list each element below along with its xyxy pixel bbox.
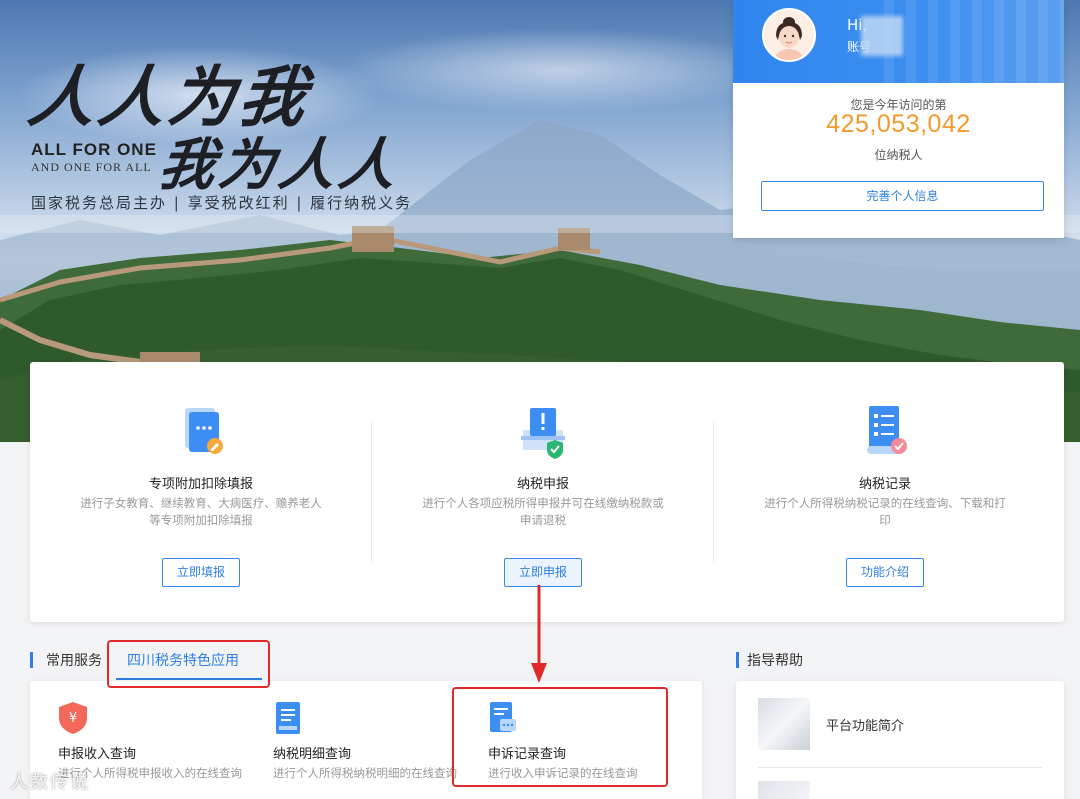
document-edit-icon (185, 408, 223, 454)
visit-suffix: 位纳税人 (874, 148, 923, 162)
avatar[interactable] (762, 8, 816, 62)
tax-record-checklist-icon (867, 406, 907, 454)
service-desc: 进行个人所得税纳税记录的在线查询、下载和打印 (764, 496, 1006, 527)
guide-help-panel: 平台功能简介 (736, 681, 1064, 799)
english-slogan-1: ALL FOR ONE (31, 140, 157, 159)
help-item-label: 平台功能简介 (826, 719, 905, 734)
app-desc: 进行个人所得税纳税明细的在线查询 (273, 766, 457, 780)
guide-help-header: 指导帮助 (736, 650, 886, 672)
user-card-header: Hi, 账号 (733, 0, 1064, 83)
svg-text:¥: ¥ (69, 711, 77, 726)
declare-now-button[interactable]: 立即申报 (504, 558, 582, 587)
tax-detail-document-icon (276, 702, 300, 734)
feature-intro-button[interactable]: 功能介绍 (846, 558, 924, 587)
service-desc: 进行子女教育、继续教育、大病医疗、赡养老人等专项附加扣除填报 (80, 496, 322, 527)
woman-avatar-icon (764, 10, 814, 60)
tax-declaration-shield-icon (521, 408, 565, 459)
annotation-box-tab (107, 640, 270, 688)
calligraphy-line-2: 我为人人 (154, 132, 405, 198)
fill-now-button[interactable]: 立即填报 (162, 558, 240, 587)
help-item-platform-intro[interactable]: 平台功能简介 (758, 698, 1048, 750)
service-special-deduction: 专项附加扣除填报 进行子女教育、继续教育、大病医疗、赡养老人等专项附加扣除填报 … (30, 362, 372, 622)
redaction-blur (861, 16, 903, 56)
service-title: 纳税记录 (858, 477, 911, 492)
tab-common-services[interactable]: 常用服务 (46, 650, 102, 670)
app-name: 申报收入查询 (58, 747, 137, 762)
user-card: Hi, 账号 您是今年访问的第 425,053,042 位纳税人 完善个人信息 (733, 0, 1064, 238)
complete-info-button[interactable]: 完善个人信息 (761, 181, 1044, 211)
english-slogan-2: AND ONE FOR ALL (31, 160, 152, 174)
service-tax-record: 纳税记录 进行个人所得税纳税记录的在线查询、下载和打印 功能介绍 (714, 362, 1056, 622)
app-name: 纳税明细查询 (273, 747, 352, 762)
service-tax-declaration: 纳税申报 进行个人各项应税所得申报并可在线缴纳税款或申请退税 立即申报 (372, 362, 714, 622)
help-thumbnail[interactable] (758, 781, 810, 799)
annotation-arrow (531, 585, 547, 683)
platform-intro-thumbnail (758, 698, 810, 750)
building-pattern (884, 0, 1064, 83)
section-marker (30, 652, 33, 668)
section-marker (736, 652, 739, 668)
yuan-shield-icon: ¥ (59, 702, 87, 734)
service-desc: 进行个人各项应税所得申报并可在线缴纳税款或申请退税 (422, 496, 664, 527)
app-tax-detail-query[interactable]: 纳税明细查询 进行个人所得税纳税明细的在线查询 (245, 681, 460, 799)
main-services-panel: 专项附加扣除填报 进行子女教育、继续教育、大病医疗、赡养老人等专项附加扣除填报 … (30, 362, 1064, 622)
service-title: 专项附加扣除填报 (148, 477, 253, 492)
divider (758, 767, 1042, 768)
banner-slogan: 国家税务总局主办 | 享受税改红利 | 履行纳税义务 (31, 194, 413, 212)
section-title-guide-help: 指导帮助 (747, 653, 803, 669)
annotation-box-complaint (452, 687, 668, 787)
visit-count: 425,053,042 (826, 110, 971, 138)
service-title: 纳税申报 (516, 477, 569, 492)
watermark: 人数传说 (10, 772, 90, 793)
